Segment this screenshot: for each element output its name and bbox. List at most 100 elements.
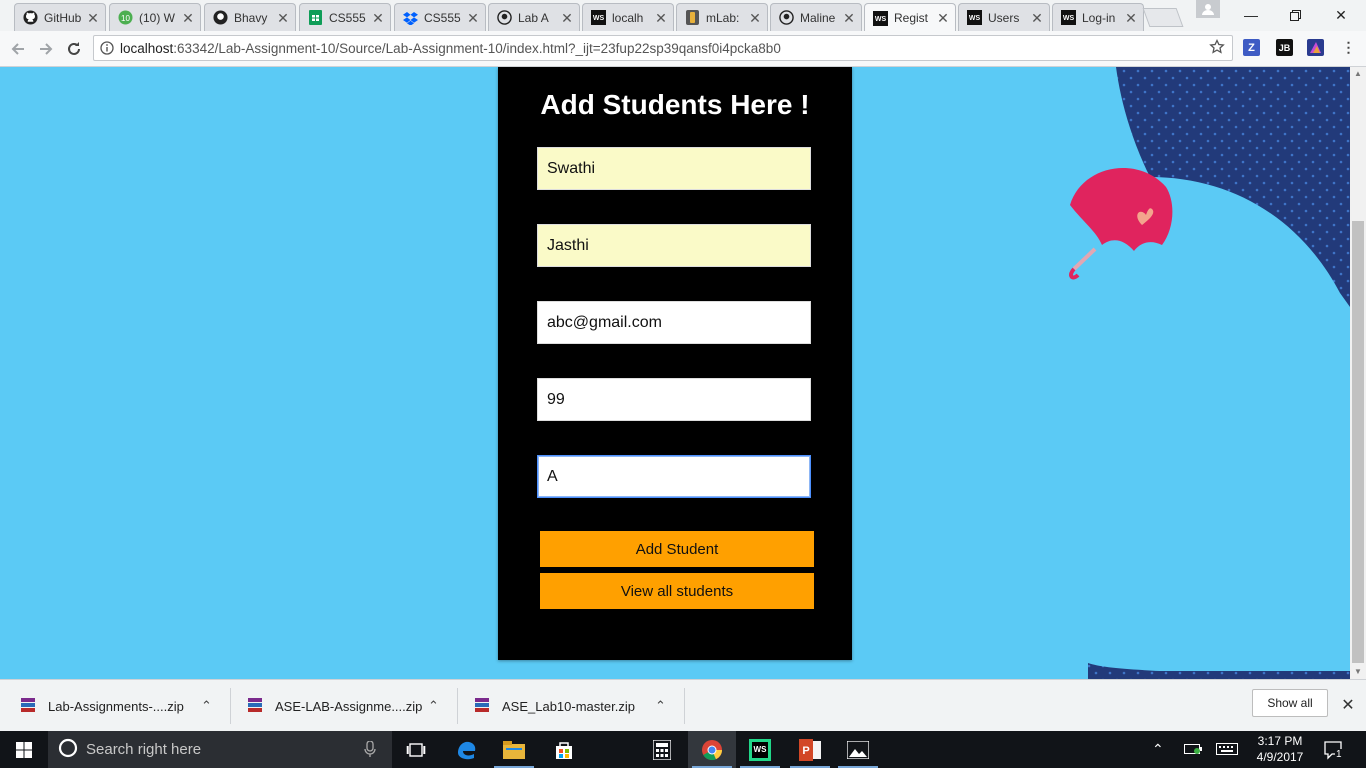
taskbar-search-box[interactable]: Search right here <box>48 731 392 768</box>
svg-text:WS: WS <box>1063 15 1075 22</box>
chevron-up-icon[interactable]: ⌃ <box>1152 741 1164 758</box>
close-icon[interactable]: ✕ <box>655 11 667 25</box>
webstorm-icon: WS <box>873 10 888 26</box>
address-bar[interactable]: localhost:63342/Lab-Assignment-10/Source… <box>93 35 1233 61</box>
browser-tab[interactable]: Bhavy ✕ <box>204 3 296 31</box>
keyboard-icon[interactable] <box>1216 743 1238 758</box>
close-icon[interactable]: ✕ <box>182 11 194 25</box>
scroll-down-icon[interactable]: ▼ <box>1350 665 1366 679</box>
url-text: localhost:63342/Lab-Assignment-10/Source… <box>120 41 781 56</box>
download-item[interactable]: ASE-LAB-Assignme....zip ⌃ <box>247 680 447 732</box>
browser-tab[interactable]: GitHub ✕ <box>14 3 106 31</box>
grade-field[interactable] <box>537 455 811 498</box>
whatsapp-icon: 10 <box>118 10 133 25</box>
browser-toolbar: localhost:63342/Lab-Assignment-10/Source… <box>0 31 1366 67</box>
svg-text:10: 10 <box>121 14 130 23</box>
page-viewport: Add Students Here ! Add Student View all… <box>0 67 1350 679</box>
extension-jetbrains-icon[interactable]: JB <box>1276 39 1293 56</box>
chevron-up-icon[interactable]: ⌃ <box>428 698 439 714</box>
browser-tab[interactable]: 10 (10) W ✕ <box>109 3 201 31</box>
bookmark-star-icon[interactable] <box>1209 38 1225 58</box>
tab-title: Users <box>988 10 1020 25</box>
close-icon[interactable]: ✕ <box>1031 11 1043 25</box>
close-icon[interactable]: ✕ <box>937 11 949 25</box>
close-window-button[interactable]: ✕ <box>1318 0 1364 30</box>
download-filename: ASE_Lab10-master.zip <box>502 698 635 714</box>
close-icon[interactable]: ✕ <box>372 11 384 25</box>
scrollbar-thumb[interactable] <box>1352 221 1364 663</box>
browser-tab[interactable]: Maline ✕ <box>770 3 862 31</box>
system-clock[interactable]: 3:17 PM 4/9/2017 <box>1252 733 1308 765</box>
close-icon[interactable]: ✕ <box>467 11 479 25</box>
restore-button[interactable] <box>1272 0 1318 30</box>
download-item[interactable]: Lab-Assignments-....zip ⌃ <box>20 680 220 732</box>
score-field[interactable] <box>537 378 811 421</box>
show-all-downloads-button[interactable]: Show all <box>1252 689 1328 717</box>
svg-text:P: P <box>802 745 809 757</box>
close-icon[interactable]: ✕ <box>561 11 573 25</box>
close-icon[interactable]: ✕ <box>843 11 855 25</box>
webstorm-icon: WS <box>591 10 606 25</box>
url-path: :63342/Lab-Assignment-10/Source/Lab-Assi… <box>173 40 781 56</box>
page-scrollbar[interactable]: ▲ ▼ <box>1350 67 1366 679</box>
close-icon[interactable]: ✕ <box>749 11 761 25</box>
github-icon <box>23 10 38 25</box>
sheets-icon <box>308 10 323 25</box>
edge-icon[interactable] <box>442 731 490 768</box>
view-all-students-button[interactable]: View all students <box>540 573 814 609</box>
calculator-icon[interactable] <box>638 731 686 768</box>
download-filename: Lab-Assignments-....zip <box>48 698 184 714</box>
clock-date: 4/9/2017 <box>1256 750 1304 764</box>
chevron-up-icon[interactable]: ⌃ <box>655 698 666 714</box>
battery-icon[interactable] <box>1184 743 1202 758</box>
browser-tab[interactable]: mLab: ✕ <box>676 3 768 31</box>
forward-arrow-icon[interactable] <box>34 37 58 61</box>
tab-title: GitHub <box>44 10 82 25</box>
profile-icon[interactable] <box>1196 0 1220 18</box>
info-icon[interactable] <box>94 41 120 55</box>
close-icon[interactable]: ✕ <box>87 11 99 25</box>
github-icon <box>497 10 512 25</box>
tab-title: Lab A <box>518 10 549 25</box>
windows-start-icon[interactable] <box>0 731 48 768</box>
powerpoint-icon[interactable]: P <box>786 731 834 768</box>
extension-z-icon[interactable]: Z <box>1243 39 1260 56</box>
store-icon[interactable] <box>540 731 588 768</box>
close-icon[interactable]: ✕ <box>277 11 289 25</box>
back-arrow-icon[interactable] <box>6 37 30 61</box>
microphone-icon[interactable] <box>364 740 376 761</box>
tab-title: CS555 <box>329 10 366 25</box>
webstorm-icon[interactable]: WS <box>736 731 784 768</box>
last-name-field[interactable] <box>537 224 811 267</box>
close-icon[interactable]: ✕ <box>1125 11 1137 25</box>
photos-icon[interactable] <box>834 731 882 768</box>
minimize-button[interactable]: — <box>1228 0 1274 30</box>
browser-tab[interactable]: WS localh ✕ <box>582 3 674 31</box>
extension-palette-icon[interactable] <box>1307 39 1324 56</box>
download-item[interactable]: ASE_Lab10-master.zip ⌃ <box>474 680 674 732</box>
browser-tab-active[interactable]: WS Regist ✕ <box>864 3 956 32</box>
browser-tab[interactable]: WS Users ✕ <box>958 3 1050 31</box>
github-icon <box>779 10 794 25</box>
file-explorer-icon[interactable] <box>490 731 538 768</box>
tab-title: Maline <box>800 10 836 25</box>
first-name-field[interactable] <box>537 147 811 190</box>
browser-tab[interactable]: CS555 ✕ <box>394 3 486 31</box>
browser-tab[interactable]: CS555 ✕ <box>299 3 391 31</box>
page-title: Add Students Here ! <box>540 89 810 120</box>
email-field[interactable] <box>537 301 811 344</box>
chevron-up-icon[interactable]: ⌃ <box>201 698 212 714</box>
scroll-up-icon[interactable]: ▲ <box>1350 67 1366 81</box>
chrome-icon[interactable] <box>688 731 736 768</box>
task-view-icon[interactable] <box>392 731 440 768</box>
browser-tab[interactable]: Lab A ✕ <box>488 3 580 31</box>
notification-center-icon[interactable]: 1 <box>1324 740 1344 763</box>
reload-icon[interactable] <box>62 37 86 61</box>
add-student-button[interactable]: Add Student <box>540 531 814 567</box>
close-icon[interactable]: ✕ <box>1338 695 1358 715</box>
menu-dots-icon[interactable]: ⋮ <box>1340 39 1357 56</box>
new-tab-button[interactable] <box>1142 8 1184 27</box>
add-student-label: Add Student <box>635 540 719 558</box>
tab-title: CS555 <box>424 10 461 25</box>
browser-tab[interactable]: WS Log-in ✕ <box>1052 3 1144 31</box>
